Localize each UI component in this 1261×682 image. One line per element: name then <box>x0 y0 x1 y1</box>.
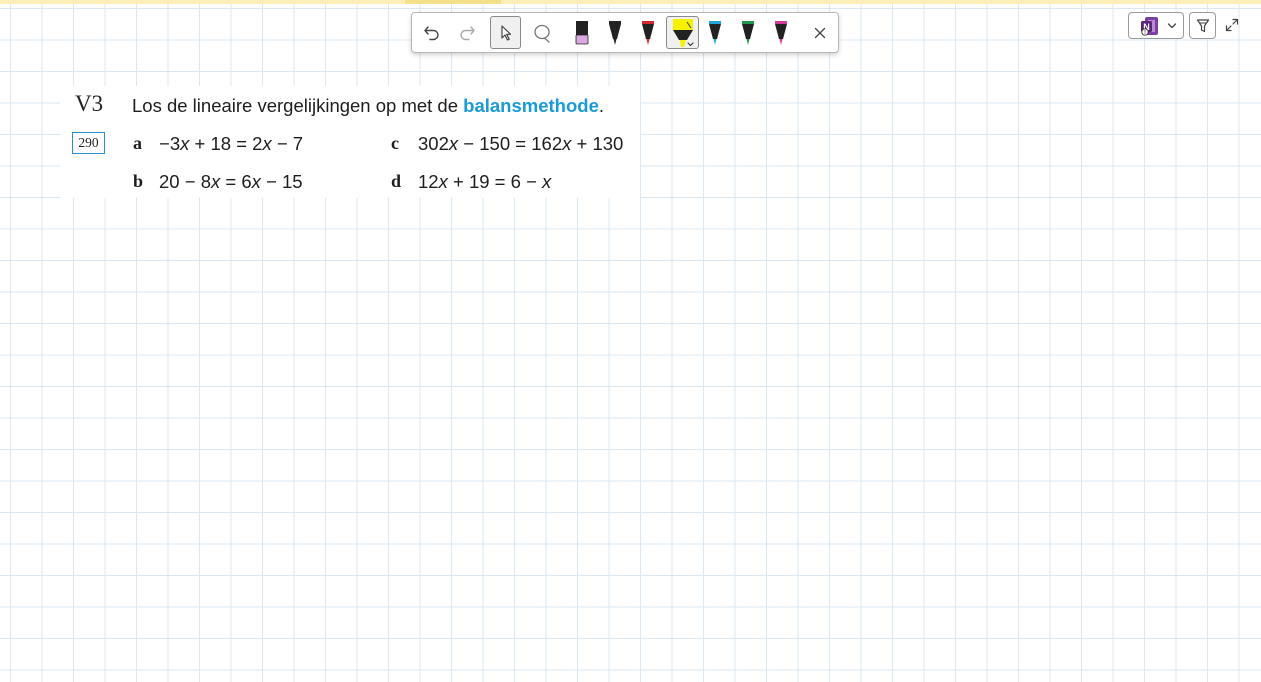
lasso-icon <box>534 24 550 43</box>
svg-text:!: ! <box>1144 30 1146 36</box>
top-accent-segment <box>405 0 501 4</box>
redo-icon <box>460 25 475 40</box>
cursor-icon <box>500 24 511 41</box>
exercise-number: V3 <box>75 91 104 116</box>
instruction-keyword: balansmethode <box>463 95 599 116</box>
equation-d: 12x + 19 = 6 − x <box>418 171 552 192</box>
app-menu-button[interactable]: N ! <box>1128 12 1184 39</box>
lasso-tool-button[interactable] <box>528 16 556 49</box>
ink-toolbar <box>411 12 839 53</box>
undo-icon <box>424 25 439 40</box>
exercise-instruction: Los de lineaire vergelijkingen op met de… <box>132 95 604 117</box>
instruction-text: Los de lineaire vergelijkingen op met de <box>132 95 464 116</box>
pen-green-button[interactable] <box>735 16 761 49</box>
chevron-down-icon <box>1167 22 1177 28</box>
question-letter-b: b <box>133 171 144 191</box>
filter-button[interactable] <box>1189 12 1216 39</box>
question-letter-c: c <box>391 133 399 153</box>
highlighter-yellow-button[interactable] <box>666 16 699 49</box>
question-letter-a: a <box>133 133 142 153</box>
close-icon <box>814 27 826 38</box>
pen-icon <box>775 20 787 45</box>
pen-black-button[interactable] <box>602 16 628 49</box>
instruction-end: . <box>598 95 604 116</box>
top-accent-strip <box>0 0 1261 4</box>
select-tool-button[interactable] <box>490 16 521 49</box>
pen-icon <box>642 20 654 45</box>
equation-c: 302x − 150 = 162x + 130 <box>418 133 624 154</box>
pen-blue-button[interactable] <box>702 16 728 49</box>
pen-magenta-button[interactable] <box>768 16 794 49</box>
pen-red-button[interactable] <box>635 16 661 49</box>
pen-lavender-button[interactable] <box>569 16 595 49</box>
undo-button[interactable] <box>418 16 446 49</box>
pen-icon <box>575 20 589 44</box>
expand-button[interactable] <box>1222 15 1242 35</box>
equation-a: −3x + 18 = 2x − 7 <box>159 133 304 154</box>
question-letter-d: d <box>391 171 402 191</box>
pen-icon <box>742 20 754 45</box>
expand-icon <box>1225 18 1239 32</box>
pen-icon <box>709 20 721 45</box>
onenote-icon: N ! <box>1141 16 1158 36</box>
redo-button[interactable] <box>453 16 481 49</box>
highlighter-icon <box>672 18 694 47</box>
close-toolbar-button[interactable] <box>808 16 832 49</box>
funnel-icon <box>1196 18 1209 32</box>
equation-b: 20 − 8x = 6x − 15 <box>159 171 303 192</box>
page-reference: 290 <box>72 132 105 154</box>
pen-icon <box>609 20 621 45</box>
